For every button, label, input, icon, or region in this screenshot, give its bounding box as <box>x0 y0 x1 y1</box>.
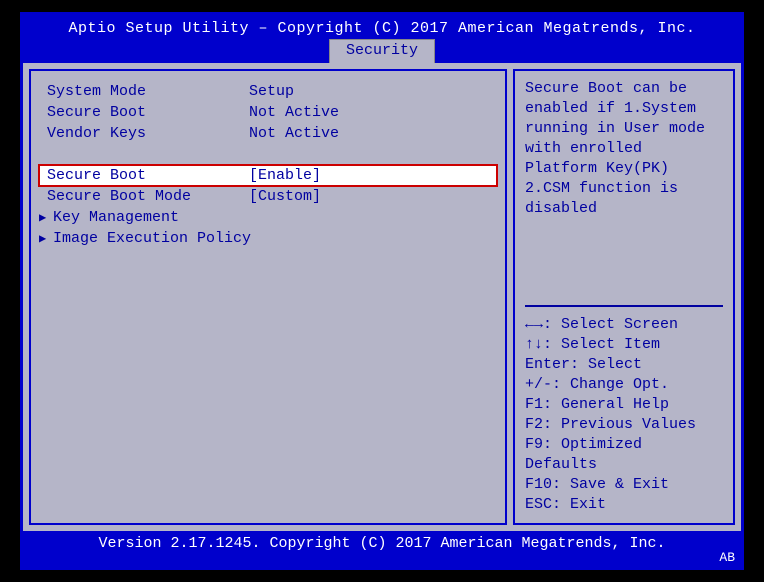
image-execution-label: Image Execution Policy <box>53 230 251 247</box>
spacer <box>39 144 497 165</box>
secure-boot-mode-label: Secure Boot Mode <box>39 188 249 205</box>
system-mode-label: System Mode <box>39 83 249 100</box>
key-management-submenu[interactable]: ▶ Key Management <box>39 207 497 228</box>
header: Aptio Setup Utility – Copyright (C) 2017… <box>23 15 741 63</box>
tab-bar: Security <box>23 39 741 63</box>
footer-text: Version 2.17.1245. Copyright (C) 2017 Am… <box>98 535 665 552</box>
vendor-keys-row: Vendor Keys Not Active <box>39 123 497 144</box>
nav-help: ←→: Select Screen ↑↓: Select Item Enter:… <box>525 315 723 515</box>
secure-boot-status-label: Secure Boot <box>39 104 249 121</box>
secure-boot-label: Secure Boot <box>39 167 249 184</box>
nav-enter: Enter: Select <box>525 355 723 375</box>
nav-f10: F10: Save & Exit <box>525 475 723 495</box>
secure-boot-value: [Enable] <box>249 167 497 184</box>
main-area: System Mode Setup Secure Boot Not Active… <box>23 63 741 531</box>
secure-boot-status-value: Not Active <box>249 104 497 121</box>
help-text: Secure Boot can be enabled if 1.System r… <box>525 79 723 219</box>
nav-f1: F1: General Help <box>525 395 723 415</box>
settings-panel: System Mode Setup Secure Boot Not Active… <box>29 69 507 525</box>
nav-esc: ESC: Exit <box>525 495 723 515</box>
triangle-right-icon: ▶ <box>39 231 53 246</box>
vendor-keys-label: Vendor Keys <box>39 125 249 142</box>
divider <box>525 305 723 307</box>
nav-f2: F2: Previous Values <box>525 415 723 435</box>
tab-security[interactable]: Security <box>329 39 435 63</box>
image-execution-submenu[interactable]: ▶ Image Execution Policy <box>39 228 497 249</box>
secure-boot-mode-value: [Custom] <box>249 188 497 205</box>
nav-select-screen: ←→: Select Screen <box>525 315 723 335</box>
nav-change: +/-: Change Opt. <box>525 375 723 395</box>
vendor-keys-value: Not Active <box>249 125 497 142</box>
secure-boot-setting[interactable]: Secure Boot [Enable] <box>39 165 497 186</box>
nav-f9: F9: Optimized Defaults <box>525 435 723 475</box>
header-title: Aptio Setup Utility – Copyright (C) 2017… <box>23 20 741 37</box>
footer: Version 2.17.1245. Copyright (C) 2017 Am… <box>23 531 741 567</box>
secure-boot-status-row: Secure Boot Not Active <box>39 102 497 123</box>
help-panel: Secure Boot can be enabled if 1.System r… <box>513 69 735 525</box>
secure-boot-mode-setting[interactable]: Secure Boot Mode [Custom] <box>39 186 497 207</box>
nav-select-item: ↑↓: Select Item <box>525 335 723 355</box>
key-management-label: Key Management <box>53 209 179 226</box>
triangle-right-icon: ▶ <box>39 210 53 225</box>
footer-corner: AB <box>719 550 735 565</box>
bios-window: Aptio Setup Utility – Copyright (C) 2017… <box>20 12 744 570</box>
system-mode-value: Setup <box>249 83 497 100</box>
system-mode-row: System Mode Setup <box>39 81 497 102</box>
